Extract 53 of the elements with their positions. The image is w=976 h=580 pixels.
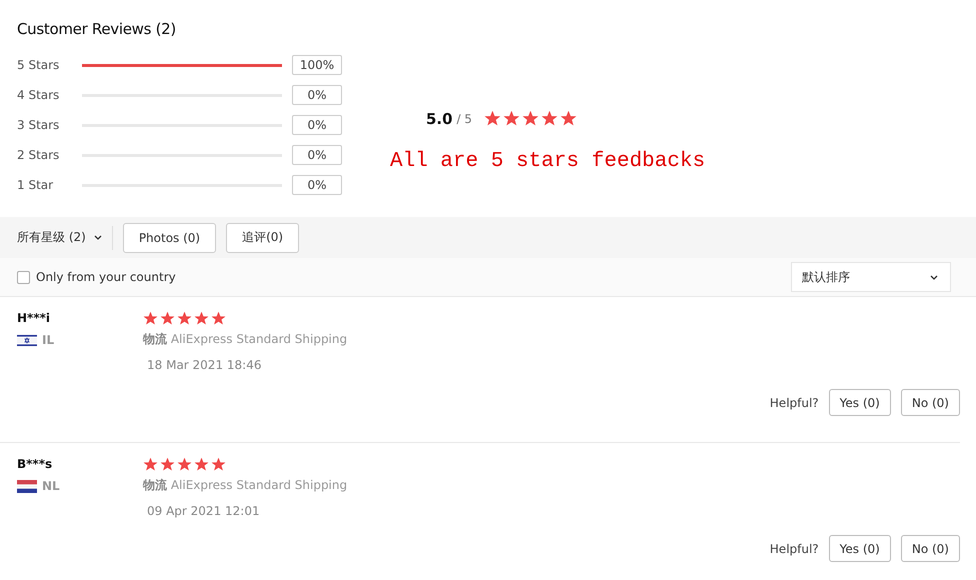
star-icon: [211, 311, 226, 325]
caret-icon: [930, 274, 938, 280]
star-icon: [541, 110, 558, 126]
no-button[interactable]: No (0): [900, 535, 960, 562]
reviews-title: Customer Reviews (2): [17, 20, 177, 38]
star-level-label: 3 Stars: [17, 118, 60, 132]
star-icon: [177, 457, 192, 471]
star-icon: [143, 311, 158, 325]
helpful-label: Helpful?: [770, 542, 819, 556]
star-icon: [160, 311, 175, 325]
caret-icon: [94, 235, 102, 240]
score-scale: / 5: [456, 112, 472, 126]
review-date: 18 Mar 2021 18:46: [147, 358, 262, 372]
sort-dropdown[interactable]: 默认排序: [791, 262, 951, 292]
star-icon: [560, 110, 578, 126]
star-icon: [522, 110, 540, 126]
percent-box: 0%: [292, 175, 342, 195]
star-icon: [160, 457, 175, 471]
star-icon: [177, 311, 192, 325]
reviewer-name: H***i: [17, 311, 51, 325]
country-code: NL: [42, 479, 60, 493]
flag-icon: [17, 480, 37, 492]
star-level-label: 5 Stars: [17, 58, 60, 72]
percent-box: 0%: [292, 145, 342, 165]
flag-icon: [17, 334, 37, 346]
star-icon: [211, 457, 226, 471]
yes-button[interactable]: Yes (0): [828, 389, 891, 416]
helpful-label: Helpful?: [770, 396, 819, 410]
review-date: 09 Apr 2021 12:01: [147, 504, 261, 518]
country-code: IL: [42, 333, 54, 347]
star-level-label: 4 Stars: [17, 88, 60, 102]
yes-button[interactable]: Yes (0): [828, 535, 891, 562]
shipping-info: 物流 AliExpress Standard Shipping: [143, 477, 348, 494]
average-score: 5.0: [426, 110, 453, 128]
checkbox[interactable]: [17, 270, 30, 284]
percent-box: 100%: [292, 55, 342, 75]
no-button[interactable]: No (0): [900, 389, 960, 416]
filter-button[interactable]: Photos (0): [122, 222, 216, 252]
note-text: All are 5 stars feedbacks: [390, 150, 706, 173]
star-icon: [143, 457, 158, 471]
percent-box: 0%: [292, 115, 342, 135]
checkbox-label: Only from your country: [36, 270, 176, 284]
star-icon: [484, 110, 502, 126]
star-icon: [194, 457, 209, 471]
filter-button[interactable]: 追评(0): [226, 222, 300, 252]
reviewer-name: B***s: [17, 457, 54, 471]
star-filter-dropdown[interactable]: 所有星级 (2): [17, 227, 102, 248]
star-icon: [194, 311, 209, 325]
shipping-info: 物流 AliExpress Standard Shipping: [143, 331, 348, 348]
percent-box: 0%: [292, 85, 342, 105]
star-level-label: 1 Star: [17, 178, 54, 192]
star-icon: [503, 110, 520, 126]
star-level-label: 2 Stars: [17, 148, 60, 162]
